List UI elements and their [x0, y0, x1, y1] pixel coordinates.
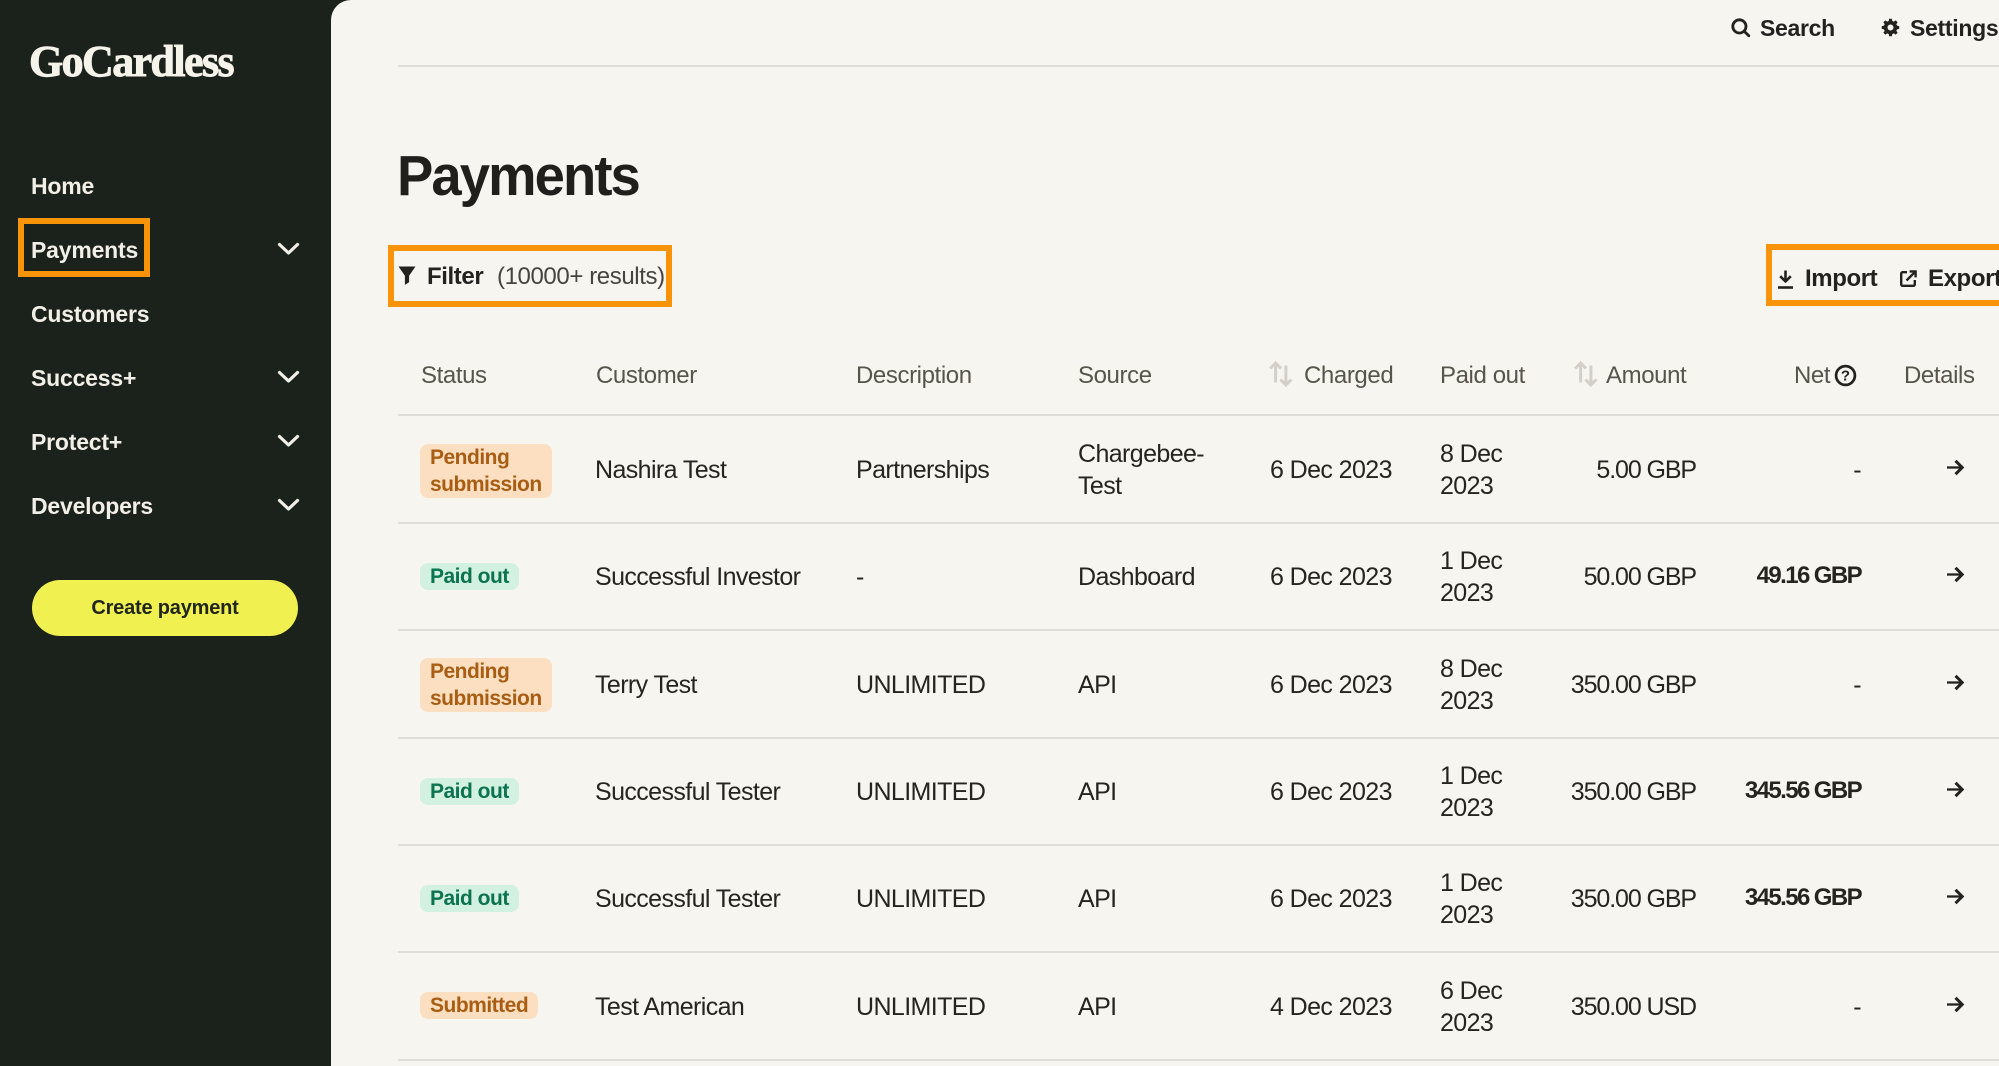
svg-text:?: ?	[1841, 367, 1850, 384]
